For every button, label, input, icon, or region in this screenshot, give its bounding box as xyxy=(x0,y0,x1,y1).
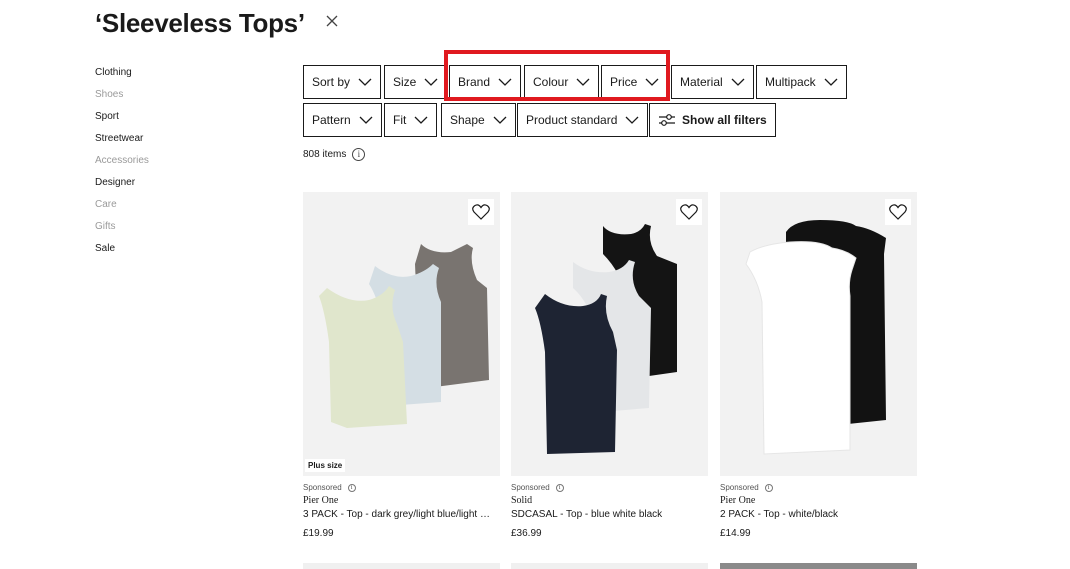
sponsored-text: Sponsored xyxy=(303,483,342,492)
sidebar-item-streetwear[interactable]: Streetwear xyxy=(95,132,215,154)
product-price: £19.99 xyxy=(303,528,334,539)
product-card[interactable]: Sponsored i Solid SDCASAL - Top - blue wh… xyxy=(511,192,708,539)
product-brand: Solid xyxy=(511,495,533,506)
wishlist-button[interactable] xyxy=(676,199,702,225)
heart-icon xyxy=(889,204,907,220)
sidebar-item-designer[interactable]: Designer xyxy=(95,176,215,198)
chevron-down-icon xyxy=(498,78,512,86)
sidebar-item-accessories[interactable]: Accessories xyxy=(95,154,215,176)
page-title: ‘Sleeveless Tops’ xyxy=(95,8,305,38)
filter-label: Size xyxy=(393,75,417,89)
wishlist-button[interactable] xyxy=(885,199,911,225)
wishlist-button[interactable] xyxy=(468,199,494,225)
next-product-image[interactable] xyxy=(720,563,917,569)
info-icon[interactable]: i xyxy=(555,483,564,492)
filter-label: Shape xyxy=(450,113,485,127)
pattern-filter[interactable]: Pattern xyxy=(303,103,382,137)
colour-filter[interactable]: Colour xyxy=(524,65,600,99)
filter-label: Sort by xyxy=(312,75,351,89)
size-filter[interactable]: Size xyxy=(384,65,448,99)
chevron-down-icon xyxy=(358,78,372,86)
sponsored-text: Sponsored xyxy=(720,483,759,492)
product-image[interactable]: Plus size xyxy=(303,192,500,476)
chevron-down-icon xyxy=(424,78,438,86)
filter-label: Multipack xyxy=(765,75,816,89)
chevron-down-icon xyxy=(414,116,428,124)
shape-filter[interactable]: Shape xyxy=(441,103,516,137)
product-brand: Pier One xyxy=(303,495,339,506)
product-name[interactable]: SDCASAL - Top - blue white black xyxy=(511,509,708,520)
category-sidebar: Clothing Shoes Sport Streetwear Accessor… xyxy=(95,66,215,264)
sort-by-dropdown[interactable]: Sort by xyxy=(303,65,382,99)
next-product-image[interactable] xyxy=(303,563,500,569)
chevron-down-icon xyxy=(576,78,590,86)
price-filter[interactable]: Price xyxy=(601,65,669,99)
show-all-filters-label: Show all filters xyxy=(682,113,767,127)
info-icon[interactable]: i xyxy=(764,483,773,492)
product-card[interactable]: Plus size Sponsored i Pier One 3 PACK - T… xyxy=(303,192,500,539)
sponsored-text: Sponsored xyxy=(511,483,550,492)
product-price: £36.99 xyxy=(511,528,542,539)
product-image[interactable] xyxy=(511,192,708,476)
product-card[interactable]: Sponsored i Pier One 2 PACK - Top - white… xyxy=(720,192,917,539)
sidebar-item-shoes[interactable]: Shoes xyxy=(95,88,215,110)
product-name[interactable]: 2 PACK - Top - white/black xyxy=(720,509,917,520)
heart-icon xyxy=(472,204,490,220)
chevron-down-icon xyxy=(359,116,373,124)
chevron-down-icon xyxy=(645,78,659,86)
product-image[interactable] xyxy=(720,192,917,476)
heart-icon xyxy=(680,204,698,220)
item-count: 808 items i xyxy=(303,148,366,161)
chevron-down-icon xyxy=(824,78,838,86)
chevron-down-icon xyxy=(625,116,639,124)
sidebar-item-clothing[interactable]: Clothing xyxy=(95,66,215,88)
multipack-filter[interactable]: Multipack xyxy=(756,65,847,99)
filter-label: Fit xyxy=(393,113,407,127)
material-filter[interactable]: Material xyxy=(671,65,754,99)
filter-label: Product standard xyxy=(526,113,618,127)
filter-label: Pattern xyxy=(312,113,351,127)
info-icon[interactable]: i xyxy=(347,483,356,492)
product-standard-filter[interactable]: Product standard xyxy=(517,103,649,137)
tank-tops-image xyxy=(535,224,677,454)
filter-label: Material xyxy=(680,75,723,89)
sidebar-item-sale[interactable]: Sale xyxy=(95,242,215,264)
product-price: £14.99 xyxy=(720,528,751,539)
chevron-down-icon xyxy=(493,116,507,124)
sponsored-label: Sponsored i xyxy=(720,483,917,492)
tank-tops-image xyxy=(745,220,886,455)
close-icon[interactable] xyxy=(325,14,339,28)
sidebar-item-sport[interactable]: Sport xyxy=(95,110,215,132)
sponsored-label: Sponsored i xyxy=(511,483,708,492)
plus-size-badge: Plus size xyxy=(305,459,346,472)
sponsored-label: Sponsored i xyxy=(303,483,500,492)
item-count-text: 808 items xyxy=(303,149,347,160)
tank-top-shape xyxy=(745,241,857,455)
chevron-down-icon xyxy=(731,78,745,86)
product-brand: Pier One xyxy=(720,495,756,506)
tank-tops-image xyxy=(319,244,489,428)
filter-label: Brand xyxy=(458,75,491,89)
sliders-icon xyxy=(659,114,675,126)
show-all-filters-button[interactable]: Show all filters xyxy=(649,103,776,137)
next-product-image[interactable] xyxy=(511,563,708,569)
brand-filter[interactable]: Brand xyxy=(449,65,522,99)
info-icon[interactable]: i xyxy=(352,148,366,161)
product-name[interactable]: 3 PACK - Top - dark grey/light blue/ligh… xyxy=(303,509,500,520)
filter-label: Price xyxy=(610,75,638,89)
sidebar-item-care[interactable]: Care xyxy=(95,198,215,220)
fit-filter[interactable]: Fit xyxy=(384,103,438,137)
sidebar-item-gifts[interactable]: Gifts xyxy=(95,220,215,242)
tank-top-shape xyxy=(535,294,617,454)
filter-label: Colour xyxy=(533,75,569,89)
